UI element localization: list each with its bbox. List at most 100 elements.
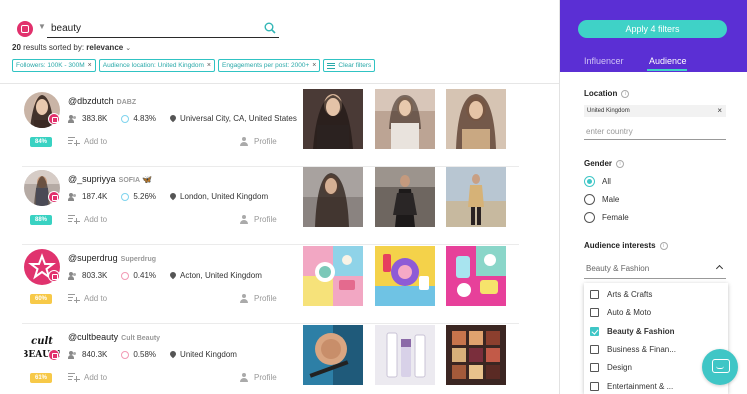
- instagram-icon[interactable]: [17, 21, 33, 37]
- filter-chip-engagement[interactable]: Engagements per post: 2000+ ×: [218, 59, 321, 72]
- match-score-badge: 60%: [30, 294, 52, 304]
- interest-option[interactable]: Design: [590, 363, 632, 372]
- influencer-row[interactable]: 60% @superdrug Superdrug 803.3K 0.41% Act…: [0, 246, 559, 324]
- interest-option[interactable]: Auto & Moto: [590, 308, 651, 317]
- clear-filters-label: Clear filters: [338, 62, 372, 69]
- interests-select[interactable]: Beauty & Fashion: [584, 262, 726, 279]
- add-to-list-button[interactable]: Add to: [68, 137, 107, 146]
- gender-option-female[interactable]: Female: [584, 212, 629, 223]
- post-thumbnail[interactable]: [303, 325, 363, 385]
- profile-button[interactable]: Profile: [240, 373, 277, 382]
- post-thumbnail[interactable]: [303, 167, 363, 227]
- info-icon[interactable]: i: [616, 159, 625, 168]
- checkbox[interactable]: [590, 382, 599, 391]
- full-name: SOFIA: [118, 177, 141, 184]
- post-thumbnail[interactable]: [375, 246, 435, 306]
- post-thumbnail[interactable]: [446, 325, 506, 385]
- influencer-name: @cultbeauty Cult Beauty: [68, 332, 160, 342]
- interest-option[interactable]: Business & Finan...: [590, 345, 676, 354]
- close-icon[interactable]: ×: [717, 106, 722, 115]
- gender-option-label: Male: [602, 195, 620, 204]
- radio-unselected[interactable]: [584, 212, 595, 223]
- checkbox-checked[interactable]: [590, 327, 599, 336]
- followers-count: 803.3K: [82, 271, 108, 280]
- post-thumbnail[interactable]: [375, 167, 435, 227]
- post-thumbnail[interactable]: [375, 325, 435, 385]
- country-input[interactable]: enter country: [584, 125, 726, 140]
- filter-chip-location[interactable]: Audience location: United Kingdom ×: [98, 59, 216, 72]
- radio-unselected[interactable]: [584, 194, 595, 205]
- add-to-list-button[interactable]: Add to: [68, 215, 107, 224]
- post-thumbnail[interactable]: [446, 246, 506, 306]
- profile-button[interactable]: Profile: [240, 294, 277, 303]
- results-summary: 20 results sorted by: relevance ⌄: [12, 43, 131, 52]
- location-text: Universal City, CA, United States: [180, 114, 297, 123]
- influencer-row[interactable]: 84% @dbzdutch DABZ 383.8K 4.83% Universal…: [0, 89, 559, 167]
- interest-option[interactable]: Entertainment & ...: [590, 382, 673, 391]
- close-icon[interactable]: ×: [207, 62, 211, 69]
- interest-option-selected[interactable]: Beauty & Fashion: [590, 327, 675, 336]
- full-name: Cult Beauty: [121, 335, 161, 342]
- info-icon[interactable]: i: [659, 241, 668, 250]
- location-pin-icon: [170, 115, 176, 123]
- gender-option-label: Female: [602, 213, 629, 222]
- checkbox[interactable]: [590, 290, 599, 299]
- handle-link[interactable]: @superdrug: [68, 253, 118, 263]
- chevron-up-icon[interactable]: [715, 264, 724, 273]
- checkbox[interactable]: [590, 308, 599, 317]
- location-chip-label: United Kingdom: [587, 108, 630, 114]
- location-text: United Kingdom: [180, 350, 237, 359]
- info-icon[interactable]: i: [621, 89, 630, 98]
- active-tab-indicator: [647, 69, 687, 71]
- search-icon[interactable]: [264, 22, 276, 34]
- post-thumbnail[interactable]: [446, 167, 506, 227]
- add-to-list-button[interactable]: Add to: [68, 294, 107, 303]
- influencer-row[interactable]: cult BEAUTY 61% @cultbeautyCult Beauty 8…: [0, 325, 559, 394]
- post-thumbnail[interactable]: [303, 246, 363, 306]
- row-divider: [22, 323, 519, 324]
- checkbox[interactable]: [590, 363, 599, 372]
- handle-link[interactable]: @_supriyya: [68, 174, 116, 184]
- radio-selected[interactable]: [584, 176, 595, 187]
- location-pin-icon: [170, 351, 176, 359]
- profile-button[interactable]: Profile: [240, 215, 277, 224]
- clear-filters-button[interactable]: Clear filters: [323, 59, 376, 72]
- butterfly-icon: 🦋: [142, 175, 153, 184]
- influencer-stats: 383.8K 4.83% Universal City, CA, United …: [68, 114, 311, 123]
- post-thumbnail[interactable]: [375, 89, 435, 149]
- match-score-badge: 88%: [30, 215, 52, 225]
- filter-chip-followers[interactable]: Followers: 100K - 300M ×: [12, 59, 96, 72]
- close-icon[interactable]: ×: [88, 62, 92, 69]
- post-thumbnail[interactable]: [303, 89, 363, 149]
- gender-option-male[interactable]: Male: [584, 194, 619, 205]
- handle-link[interactable]: @dbzdutch: [68, 96, 114, 106]
- full-name: DABZ: [116, 99, 137, 106]
- engagement-icon: [121, 271, 130, 280]
- instagram-icon: [48, 270, 60, 282]
- apply-filters-button[interactable]: Apply 4 filters: [578, 20, 727, 38]
- gender-option-all[interactable]: All: [584, 176, 611, 187]
- profile-button[interactable]: Profile: [240, 137, 277, 146]
- handle-link[interactable]: @cultbeauty: [68, 332, 118, 342]
- add-to-list-button[interactable]: Add to: [68, 373, 107, 382]
- interest-option[interactable]: Arts & Crafts: [590, 290, 652, 299]
- person-icon: [240, 137, 248, 146]
- tab-influencer[interactable]: Influencer: [584, 56, 624, 66]
- close-icon[interactable]: ×: [312, 62, 316, 69]
- chat-icon[interactable]: [702, 349, 738, 385]
- sort-dropdown[interactable]: relevance: [86, 43, 123, 52]
- post-thumbnail[interactable]: [446, 89, 506, 149]
- search-header: ▼ beauty 20 results sorted by: relevance…: [0, 0, 559, 84]
- search-input[interactable]: beauty: [47, 18, 279, 38]
- filter-chip-label: Followers: 100K - 300M: [16, 62, 85, 69]
- influencer-stats: 840.3K 0.58% United Kingdom: [68, 350, 251, 359]
- app-window: ▼ beauty 20 results sorted by: relevance…: [0, 0, 747, 394]
- filter-chip-label: Audience location: United Kingdom: [102, 62, 204, 69]
- search-query[interactable]: beauty: [51, 23, 81, 34]
- checkbox[interactable]: [590, 345, 599, 354]
- influencer-row[interactable]: 88% @_supriyya SOFIA 🦋 187.4K 5.26% London…: [0, 167, 559, 245]
- platform-caret-icon[interactable]: ▼: [38, 22, 46, 31]
- tab-audience[interactable]: Audience: [649, 56, 687, 66]
- person-icon: [240, 294, 248, 303]
- sort-chevron-icon[interactable]: ⌄: [125, 45, 131, 52]
